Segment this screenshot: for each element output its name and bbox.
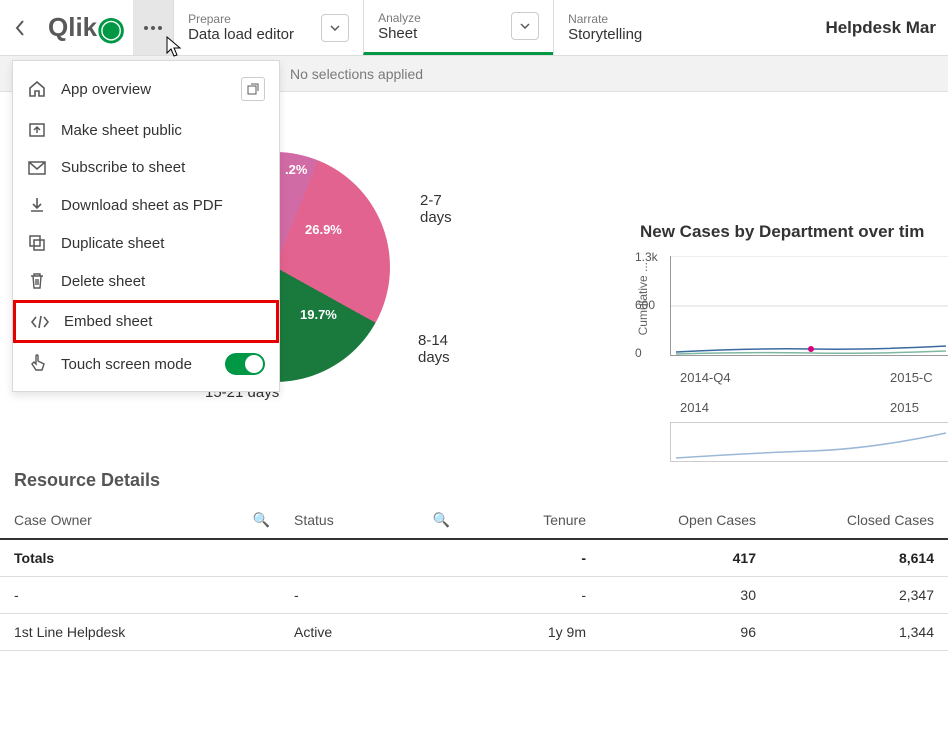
pie-pct: 19.7% [300,307,337,322]
pie-cat: 2-7 days [420,192,452,226]
selections-text: No selections applied [290,66,423,82]
section-title: Resource Details [0,470,174,501]
col-status[interactable]: Status🔍 [280,502,460,539]
menu-label: App overview [61,81,151,98]
search-icon[interactable]: 🔍 [433,512,450,529]
line-chart[interactable]: New Cases by Department over tim Cumulat… [640,222,948,356]
menu-subscribe[interactable]: Subscribe to sheet [13,149,279,186]
y-tick: 1.3k [635,250,658,264]
col-tenure[interactable]: Tenure [460,502,600,539]
open-icon [247,83,259,95]
nav-narrate-sub: Storytelling [568,26,642,43]
menu-label: Make sheet public [61,122,182,139]
x-tick: 2014-Q4 [680,370,731,385]
resource-table[interactable]: Case Owner🔍 Status🔍 Tenure Open Cases Cl… [0,502,948,651]
menu-embed[interactable]: Embed sheet [13,300,279,343]
home-icon [27,80,47,98]
nav-prepare-label: Prepare [188,12,294,26]
touch-icon [27,354,47,374]
nav-analyze-label: Analyze [378,11,421,25]
search-icon[interactable]: 🔍 [253,512,270,529]
col-owner[interactable]: Case Owner🔍 [0,502,280,539]
chevron-left-icon [15,20,25,36]
chart-title: New Cases by Department over tim [640,222,948,242]
x-tick: 2014 [680,400,709,415]
menu-duplicate[interactable]: Duplicate sheet [13,224,279,262]
y-tick: 0 [635,346,642,360]
menu-label: Subscribe to sheet [61,159,185,176]
pie-cat: 8-14 days [418,332,450,366]
menu-label: Delete sheet [61,273,145,290]
cursor-icon [166,36,184,58]
code-icon [30,315,50,329]
prepare-dropdown-button[interactable] [321,14,349,42]
mail-icon [27,161,47,175]
table-row-totals: Totals - 417 8,614 [0,539,948,577]
download-icon [27,196,47,214]
menu-label: Download sheet as PDF [61,197,223,214]
nav-prepare-sub: Data load editor [188,26,294,43]
menu-label: Embed sheet [64,313,152,330]
chevron-down-icon [330,25,340,31]
table-row[interactable]: - - - 30 2,347 [0,577,948,614]
nav-analyze-sub: Sheet [378,25,421,42]
qlik-logo: Qlik◉ [40,0,133,55]
analyze-dropdown-button[interactable] [511,12,539,40]
chevron-down-icon [520,23,530,29]
menu-label: Touch screen mode [61,356,192,373]
menu-make-public[interactable]: Make sheet public [13,111,279,149]
nav-narrate[interactable]: Narrate Storytelling [553,0,703,55]
duplicate-icon [27,234,47,252]
touch-toggle[interactable] [225,353,265,375]
menu-download-pdf[interactable]: Download sheet as PDF [13,186,279,224]
pie-pct: 26.9% [305,222,342,237]
nav-prepare[interactable]: Prepare Data load editor [173,0,363,55]
col-open[interactable]: Open Cases [600,502,770,539]
pie-pct: .2% [285,162,307,177]
app-title: Helpdesk Mar [813,0,948,55]
menu-delete[interactable]: Delete sheet [13,262,279,300]
menu-app-overview[interactable]: App overview [13,67,279,111]
y-tick: 600 [635,298,655,312]
table-row[interactable]: 1st Line Helpdesk Active 1y 9m 96 1,344 [0,614,948,651]
mini-scroll[interactable] [670,422,948,462]
mini-line [671,423,948,463]
sheet-context-menu: App overview Make sheet public Subscribe… [12,60,280,392]
chart-plot-area: 1.3k 600 0 [670,256,948,356]
share-icon [27,121,47,139]
chart-lines [671,256,948,356]
nav-narrate-label: Narrate [568,12,642,26]
back-button[interactable] [0,0,40,55]
menu-touch-mode[interactable]: Touch screen mode [13,343,279,385]
col-closed[interactable]: Closed Cases [770,502,948,539]
nav-analyze[interactable]: Analyze Sheet [363,0,553,55]
open-external-button[interactable] [241,77,265,101]
x-tick: 2015 [890,400,919,415]
dots-icon [144,26,162,30]
x-tick: 2015-C [890,370,933,385]
menu-label: Duplicate sheet [61,235,164,252]
trash-icon [27,272,47,290]
